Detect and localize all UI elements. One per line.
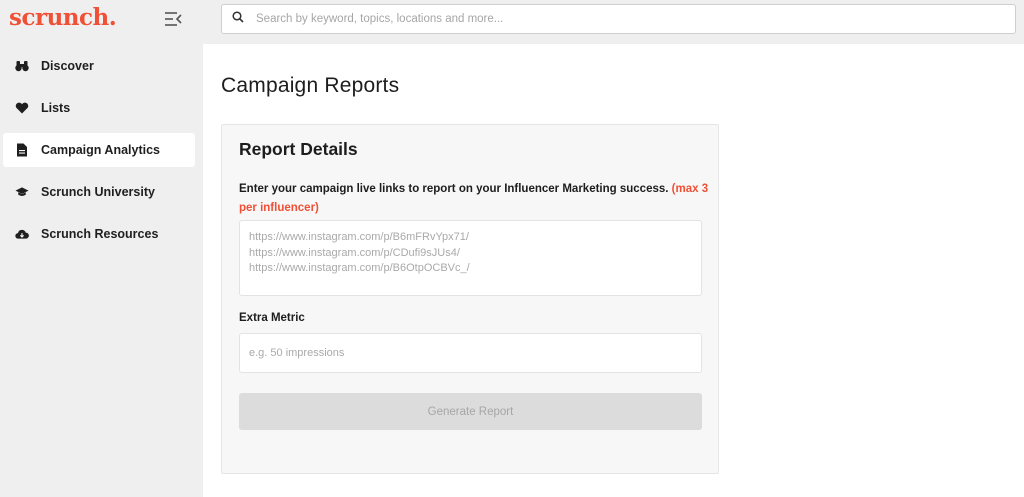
search-icon xyxy=(232,10,244,28)
sidebar-item-scrunch-resources[interactable]: Scrunch Resources xyxy=(3,217,195,251)
graduation-cap-icon xyxy=(15,185,29,199)
card-title: Report Details xyxy=(239,139,358,159)
page-title: Campaign Reports xyxy=(221,74,400,97)
sidebar-item-label: Discover xyxy=(41,59,94,73)
sidebar-item-campaign-analytics[interactable]: Campaign Analytics xyxy=(3,133,195,167)
sidebar-item-discover[interactable]: Discover xyxy=(3,49,195,83)
instructions-text: Enter your campaign live links to report… xyxy=(239,183,669,195)
report-details-card: Report Details Enter your campaign live … xyxy=(221,124,719,474)
extra-metric-input[interactable] xyxy=(239,333,702,373)
scrunch-logo[interactable]: scrunch. xyxy=(9,4,117,31)
cloud-download-icon xyxy=(15,227,29,241)
top-bar xyxy=(203,0,1024,44)
sidebar: scrunch. Discover Lists Campaign Analyti… xyxy=(0,0,203,497)
sidebar-item-label: Scrunch University xyxy=(41,185,155,199)
sidebar-item-label: Lists xyxy=(41,101,71,115)
links-instructions: Enter your campaign live links to report… xyxy=(239,180,709,218)
sidebar-item-lists[interactable]: Lists xyxy=(3,91,195,125)
sidebar-item-scrunch-university[interactable]: Scrunch University xyxy=(3,175,195,209)
search-bar[interactable] xyxy=(221,4,1016,34)
sidebar-nav: Discover Lists Campaign Analytics Scrunc… xyxy=(0,49,203,259)
extra-metric-label: Extra Metric xyxy=(239,312,305,324)
sidebar-item-label: Campaign Analytics xyxy=(41,143,161,157)
heart-icon xyxy=(15,101,29,115)
campaign-links-textarea[interactable] xyxy=(239,220,702,296)
sidebar-item-label: Scrunch Resources xyxy=(41,227,159,241)
generate-report-button[interactable]: Generate Report xyxy=(239,393,702,430)
binoculars-icon xyxy=(15,59,29,73)
collapse-sidebar-icon[interactable] xyxy=(163,10,183,28)
search-input[interactable] xyxy=(256,13,996,25)
document-icon xyxy=(15,143,29,157)
